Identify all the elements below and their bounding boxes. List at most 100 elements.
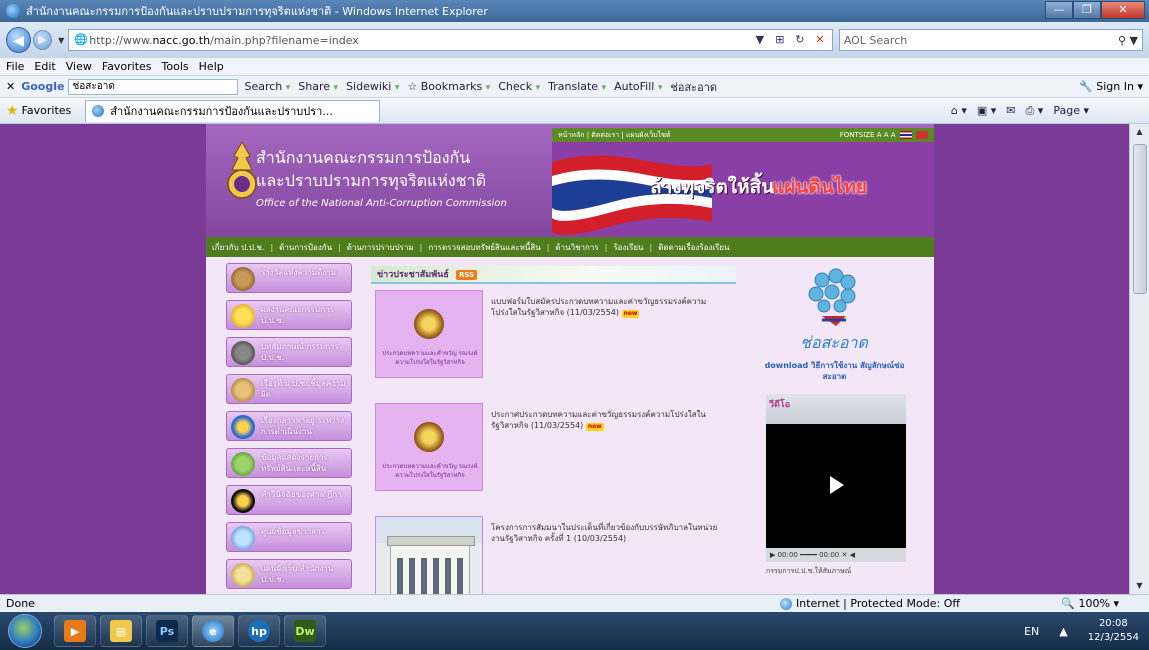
feeds-icon[interactable]: ▣ ▾	[977, 104, 996, 117]
news-item[interactable]: ประกวดบทความและคำขวัญ รณรงค์ความโปร่งใสใ…	[371, 403, 736, 503]
nav-complaint[interactable]: ร้องเรียน	[613, 241, 643, 254]
top-links-text[interactable]: หน้าหลัก | ติดต่อเรา | แผนผังเว็บไซต์	[558, 131, 671, 139]
nav-prevention[interactable]: ด้านการป้องกัน	[279, 241, 332, 254]
nav-track-complaint[interactable]: ติดตามเรื่องร้องเรียน	[658, 241, 729, 254]
compatibility-icon[interactable]: ⊞	[772, 32, 788, 48]
stop-icon[interactable]: ✕	[812, 32, 828, 48]
news-link[interactable]: แบบฟอร์มใบสมัครประกวดบทความและค่าขวัญธรร…	[491, 296, 731, 318]
news-item[interactable]: ประกวดบทความและคำขวัญ รณรงค์ความโปร่งใสใ…	[371, 290, 736, 390]
google-share-button[interactable]: Share ▾	[298, 80, 338, 93]
home-icon[interactable]: ⌂ ▾	[951, 104, 967, 117]
bouquet-icon: ช่อสะอาด	[800, 268, 870, 352]
google-highlight-term[interactable]: ช่อสะอาด	[670, 78, 717, 96]
toolbar-close-icon[interactable]: ✕	[6, 80, 15, 93]
left-menu-item-assets[interactable]: ข้อมูลแสดงรายการ ทรัพย์สินและหนี้สิน	[226, 448, 352, 478]
browser-tab[interactable]: สำนักงานคณะกรรมการป้องกันและปราบปรา...	[85, 99, 381, 122]
taskbar-internet-explorer[interactable]: e	[192, 615, 234, 647]
google-sign-in[interactable]: 🔧 Sign In ▾	[1079, 80, 1143, 93]
left-menu-item-rulings[interactable]: เรื่องที่ ป.ป.ช. ชี้มูลความผิด	[226, 374, 352, 404]
page-menu[interactable]: Page ▾	[1053, 104, 1089, 117]
rss-badge[interactable]: RSS	[455, 269, 478, 280]
zoom-control[interactable]: 🔍 100% ▾	[1061, 597, 1119, 610]
video-player[interactable]	[766, 424, 906, 548]
url-dropdown-icon[interactable]: ▼	[752, 32, 768, 48]
vertical-scrollbar[interactable]: ▲ ▼	[1129, 124, 1149, 594]
language-indicator[interactable]: EN	[1024, 625, 1039, 638]
computer-icon	[231, 526, 255, 550]
news-link[interactable]: ประกาศประกวดบทความและค่าขวัญธรรมรงค์ความ…	[491, 409, 731, 431]
menu-view[interactable]: View	[66, 60, 92, 73]
left-menu-item-court[interactable]: คำวินิจฉัยของศาล ฎีกา	[226, 485, 352, 515]
menu-file[interactable]: File	[6, 60, 24, 73]
menu-help[interactable]: Help	[199, 60, 224, 73]
news-thumbnail[interactable]	[375, 516, 483, 594]
close-button[interactable]: ✕	[1101, 1, 1145, 19]
left-menu-item-info-center[interactable]: ศูนย์ข้อมูลข่าวสาร	[226, 522, 352, 552]
play-icon[interactable]	[830, 476, 844, 494]
print-icon[interactable]: ⎙ ▾	[1026, 104, 1044, 118]
scroll-down-icon[interactable]: ▼	[1130, 578, 1149, 594]
nav-asset-inspection[interactable]: การตรวจสอบทรัพย์สินและหนี้สิน	[428, 241, 540, 254]
target-icon	[231, 415, 255, 439]
page-icon: 🌐	[74, 33, 89, 46]
google-autofill-button[interactable]: AutoFill ▾	[614, 80, 662, 93]
forward-button[interactable]: ▶	[32, 30, 53, 50]
mail-icon[interactable]: ✉	[1006, 104, 1015, 117]
scroll-thumb[interactable]	[1133, 144, 1147, 294]
tray-expand-icon[interactable]: ▲	[1059, 625, 1067, 638]
download-guide-link[interactable]: download วิธีการใช้งาน สัญลักษณ์ช่อสะอาด	[762, 360, 907, 382]
video-controls[interactable]: ▶ 00:00 ━━━━ 00:00 ✕ ◀	[766, 548, 906, 562]
history-dropdown-icon[interactable]: ▼	[58, 36, 64, 45]
site-title-en: Office of the National Anti-Corruption C…	[256, 198, 507, 209]
security-zone[interactable]: Internet | Protected Mode: Off	[780, 597, 960, 610]
search-input[interactable]: AOL Search ⚲ ▼	[838, 29, 1143, 51]
google-translate-button[interactable]: Translate ▾	[548, 80, 606, 93]
news-thumbnail[interactable]: ประกวดบทความและคำขวัญ รณรงค์ความโปร่งใสใ…	[375, 290, 483, 378]
news-thumbnail[interactable]: ประกวดบทความและคำขวัญ รณรงค์ความโปร่งใสใ…	[375, 403, 483, 491]
clock[interactable]: 20:08 12/3/2554	[1088, 617, 1139, 645]
left-menu-label: ศูนย์ข้อมูลข่าวสาร	[261, 527, 325, 536]
google-sidewiki-button[interactable]: Sidewiki ▾	[346, 80, 399, 93]
left-menu-item-award[interactable]: รางวัลแห่งความดีงาม	[226, 263, 352, 293]
start-button[interactable]	[8, 614, 42, 648]
scroll-up-icon[interactable]: ▲	[1130, 124, 1149, 140]
left-menu-item-interview[interactable]: บทสัมภาษณ์ กรรมการ ป.ป.ช.	[226, 337, 352, 367]
english-flag-icon[interactable]	[916, 131, 928, 139]
google-highlight-label: ช่อสะอาด	[670, 80, 718, 94]
refresh-icon[interactable]: ↻	[792, 32, 808, 48]
google-search-input[interactable]: ช่อสะอาด	[68, 78, 239, 95]
taskbar-media-player[interactable]: ▶	[54, 615, 96, 647]
command-bar: ⌂ ▾ ▣ ▾ ✉ ⎙ ▾ Page ▾	[951, 104, 1089, 118]
fontsize-control[interactable]: FONTSIZE A A A	[840, 128, 928, 142]
favorites-star-icon[interactable]: ★	[6, 103, 19, 119]
menu-tools[interactable]: Tools	[162, 60, 189, 73]
menu-edit[interactable]: Edit	[34, 60, 55, 73]
search-icon[interactable]: ⚲ ▼	[1118, 34, 1138, 47]
news-link[interactable]: โครงการการสัมมนาในประเด็นที่เกี่ยวข้องกั…	[491, 522, 731, 544]
news-item[interactable]: โครงการการสัมมนาในประเด็นที่เกี่ยวข้องกั…	[371, 516, 736, 594]
google-search-button[interactable]: Search ▾	[244, 80, 290, 93]
left-menu-item-sitemap[interactable]: แผนผังเว็บ สำนักงาน ป.ป.ช.	[226, 559, 352, 589]
clean-bouquet-logo[interactable]: ช่อสะอาด	[762, 266, 907, 356]
taskbar-explorer[interactable]: ▤	[100, 615, 142, 647]
nav-suppression[interactable]: ด้านการปราบปราม	[347, 241, 414, 254]
nav-about[interactable]: เกี่ยวกับ ป.ป.ช.	[212, 241, 264, 254]
favorites-button[interactable]: Favorites	[22, 104, 72, 117]
url-prefix: http://www.	[89, 33, 153, 47]
left-menu-item-performance[interactable]: ผลงานคณะกรรมการ ป.ป.ช.	[226, 300, 352, 330]
left-menu-item-pending[interactable]: เรื่องกล่าวหาอยู่ ระหว่างการดำเนินงาน	[226, 411, 352, 441]
minimize-button[interactable]: —	[1045, 1, 1073, 19]
site-title-th-line2: และปราบปรามการทุจริตแห่งชาติ	[256, 171, 486, 190]
url-input[interactable]: 🌐 http://www. nacc.go.th/main.php?filenam…	[68, 29, 833, 51]
google-check-button[interactable]: Check ▾	[498, 80, 540, 93]
google-bookmarks-button[interactable]: ☆ Bookmarks ▾	[407, 80, 490, 93]
taskbar-dreamweaver[interactable]: Dw	[284, 615, 326, 647]
thai-flag-icon[interactable]	[899, 131, 912, 139]
nav-academic[interactable]: ด้านวิชาการ	[555, 241, 598, 254]
back-button[interactable]: ◀	[6, 27, 31, 53]
menu-favorites[interactable]: Favorites	[102, 60, 152, 73]
taskbar-hp[interactable]: hp	[238, 615, 280, 647]
wrench-icon[interactable]: 🔧	[1079, 80, 1093, 93]
taskbar-photoshop[interactable]: Ps	[146, 615, 188, 647]
maximize-button[interactable]: ❐	[1073, 1, 1101, 19]
